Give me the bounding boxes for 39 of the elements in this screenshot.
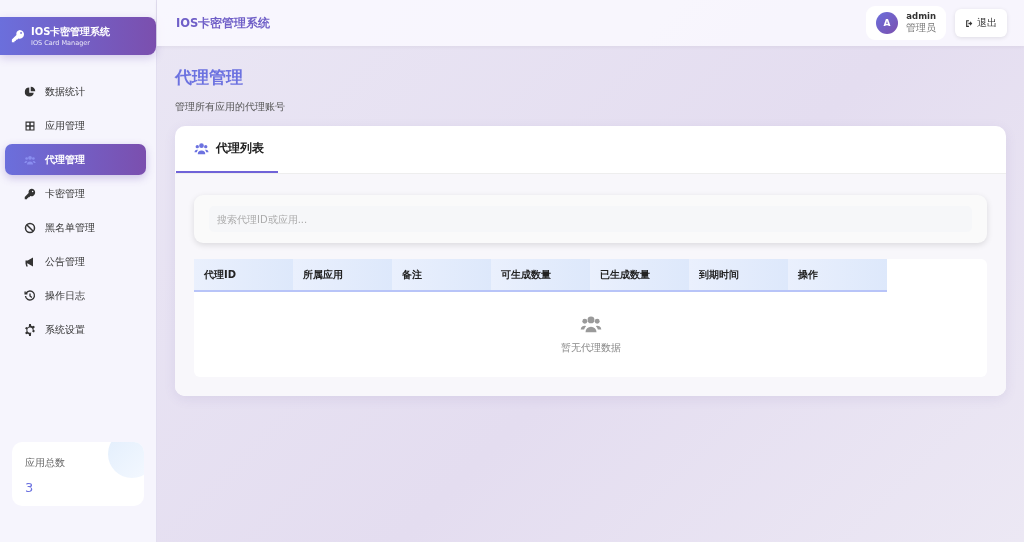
brand-title: IOS卡密管理系统 <box>31 25 111 39</box>
sidebar-item[interactable]: 黑名单管理 <box>5 212 146 243</box>
page-title: 代理管理 <box>175 66 244 89</box>
user-card[interactable]: A admin 管理员 <box>866 6 946 40</box>
column-header: 已生成数量 <box>590 259 689 290</box>
sidebar-item[interactable]: 公告管理 <box>5 246 146 277</box>
column-header: 可生成数量 <box>491 259 590 290</box>
logout-button[interactable]: 退出 <box>955 9 1007 37</box>
sidebar-item[interactable]: 卡密管理 <box>5 178 146 209</box>
ban-icon <box>24 221 36 234</box>
user-name: admin <box>906 11 936 21</box>
page-subtitle: 管理所有应用的代理账号 <box>175 101 286 114</box>
grid-icon <box>24 119 36 132</box>
column-header: 操作 <box>788 259 887 290</box>
settings-icon <box>24 323 36 336</box>
sidebar-item[interactable]: 代理管理 <box>5 144 146 175</box>
user-role: 管理员 <box>906 21 936 35</box>
column-header: 备注 <box>392 259 491 290</box>
empty-message: 暂无代理数据 <box>560 341 621 355</box>
search-field[interactable]: 搜索代理ID或应用... <box>209 206 972 232</box>
sidebar-item[interactable]: 系统设置 <box>5 314 146 345</box>
stat-value: 3 <box>25 480 35 495</box>
sidebar-item[interactable]: 操作日志 <box>5 280 146 311</box>
users-icon <box>194 141 209 156</box>
pie-chart-icon <box>24 85 36 98</box>
sidebar-item[interactable]: 应用管理 <box>5 110 146 141</box>
avatar: A <box>876 12 898 34</box>
logout-icon <box>965 18 974 28</box>
column-header: 所属应用 <box>293 259 392 290</box>
column-header: 到期时间 <box>689 259 788 290</box>
sidebar-item[interactable]: 数据统计 <box>5 76 146 107</box>
megaphone-icon <box>24 255 36 268</box>
stat-label: 应用总数 <box>25 456 66 470</box>
app-title: IOS卡密管理系统 <box>176 15 271 31</box>
key-icon <box>24 187 36 200</box>
key-icon <box>11 29 25 43</box>
history-icon <box>24 289 36 302</box>
users-icon <box>24 153 36 166</box>
column-header: 代理ID <box>194 259 293 290</box>
